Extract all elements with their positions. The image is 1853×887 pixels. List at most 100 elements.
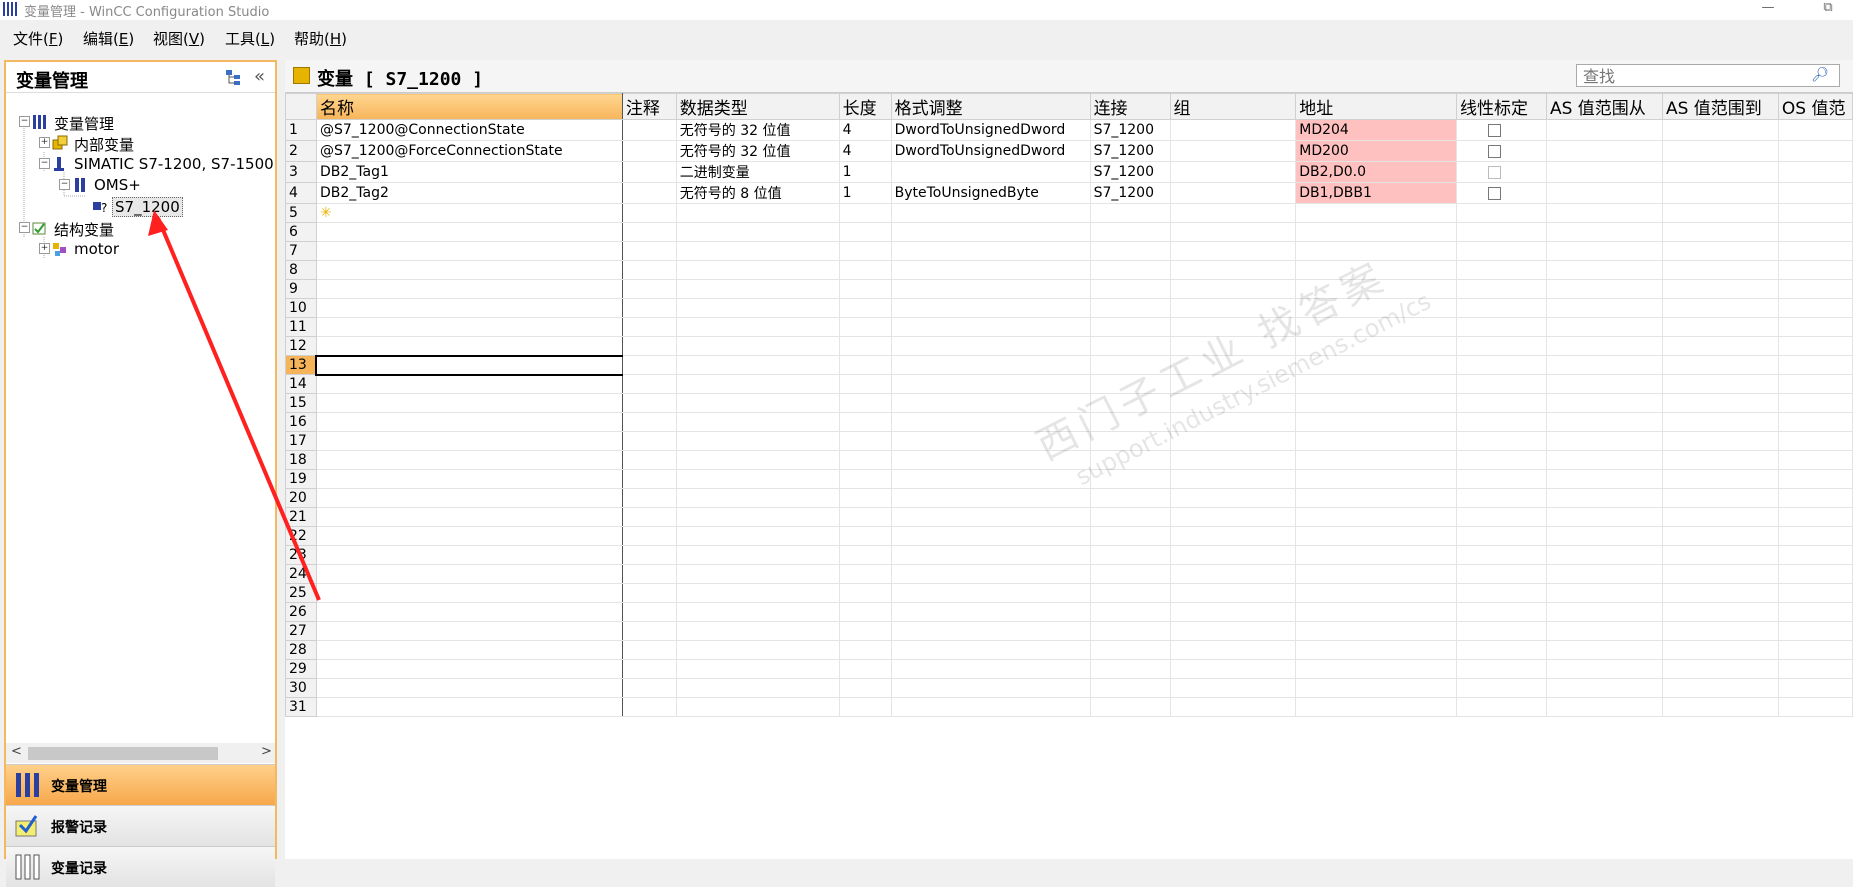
cell-name[interactable] — [315, 678, 623, 698]
cell-name[interactable]: @S7_1200@ConnectionState — [315, 119, 623, 141]
empty-cell[interactable] — [1089, 564, 1171, 584]
empty-cell[interactable] — [675, 412, 840, 432]
empty-cell[interactable] — [1545, 602, 1663, 622]
table-row[interactable]: 9 — [285, 279, 1853, 299]
empty-cell[interactable] — [675, 488, 840, 508]
tree-item-s7-1200[interactable]: S7_1200 — [112, 197, 183, 217]
empty-cell[interactable] — [838, 203, 892, 223]
empty-cell[interactable] — [1777, 203, 1853, 223]
column-header-linear-scaling[interactable]: 线性标定 — [1456, 93, 1547, 120]
empty-cell[interactable] — [1089, 317, 1171, 337]
empty-cell[interactable] — [1169, 412, 1297, 432]
empty-cell[interactable] — [675, 564, 840, 584]
empty-cell[interactable] — [890, 374, 1091, 394]
cell-name[interactable]: DB2_Tag2 — [315, 182, 623, 204]
empty-cell[interactable] — [1545, 203, 1663, 223]
cell-length[interactable]: 1 — [838, 161, 892, 183]
empty-cell[interactable] — [621, 488, 677, 508]
row-number[interactable]: 12 — [285, 336, 317, 356]
empty-cell[interactable] — [1661, 393, 1779, 413]
empty-cell[interactable] — [890, 545, 1091, 565]
tree-item-motor[interactable]: motor — [74, 240, 119, 258]
empty-cell[interactable] — [1661, 241, 1779, 261]
empty-cell[interactable] — [1777, 336, 1853, 356]
tree-item-internal-tags[interactable]: 内部变量 — [74, 134, 134, 155]
cell-connection[interactable]: S7_1200 — [1089, 161, 1171, 183]
empty-cell[interactable] — [1777, 241, 1853, 261]
row-number[interactable]: 19 — [285, 469, 317, 489]
cell-name[interactable] — [315, 354, 623, 376]
table-row[interactable]: 22 — [285, 526, 1853, 546]
empty-cell[interactable] — [838, 374, 892, 394]
empty-cell[interactable] — [838, 697, 892, 717]
cell-name[interactable]: @S7_1200@ForceConnectionState — [315, 140, 623, 162]
empty-cell[interactable] — [1456, 526, 1547, 546]
cell-format[interactable]: ByteToUnsignedByte — [890, 182, 1091, 204]
empty-cell[interactable] — [890, 507, 1091, 527]
empty-cell[interactable] — [675, 640, 840, 660]
empty-cell[interactable] — [621, 697, 677, 717]
table-row[interactable]: 10 — [285, 298, 1853, 318]
cell-as-range-to[interactable] — [1661, 182, 1779, 204]
empty-cell[interactable] — [1295, 621, 1458, 641]
cell-name[interactable] — [315, 374, 623, 394]
empty-cell[interactable] — [838, 450, 892, 470]
navigator-horizontal-scrollbar[interactable]: < > — [6, 743, 275, 763]
empty-cell[interactable] — [838, 602, 892, 622]
empty-cell[interactable] — [1456, 621, 1547, 641]
empty-cell[interactable] — [1777, 450, 1853, 470]
expand-toggle[interactable]: + — [39, 137, 50, 148]
empty-cell[interactable] — [1545, 545, 1663, 565]
empty-cell[interactable] — [1169, 602, 1297, 622]
empty-cell[interactable] — [890, 298, 1091, 318]
empty-cell[interactable] — [675, 450, 840, 470]
empty-cell[interactable] — [1295, 393, 1458, 413]
empty-cell[interactable] — [1777, 564, 1853, 584]
search-icon[interactable]: 🔎︎ — [1811, 67, 1829, 83]
table-row[interactable]: 16 — [285, 412, 1853, 432]
cell-format[interactable]: DwordToUnsignedDword — [890, 140, 1091, 162]
row-number[interactable]: 22 — [285, 526, 317, 546]
cell-name[interactable] — [315, 336, 623, 356]
column-header-connection[interactable]: 连接 — [1089, 93, 1171, 120]
empty-cell[interactable] — [1295, 203, 1458, 223]
empty-cell[interactable] — [890, 336, 1091, 356]
empty-cell[interactable] — [838, 621, 892, 641]
empty-cell[interactable] — [1295, 564, 1458, 584]
empty-cell[interactable] — [621, 222, 677, 242]
row-number[interactable]: 4 — [285, 182, 317, 204]
row-number[interactable]: 30 — [285, 678, 317, 698]
empty-cell[interactable] — [1545, 317, 1663, 337]
linear-scaling-checkbox[interactable] — [1488, 144, 1502, 158]
row-number[interactable]: 29 — [285, 659, 317, 679]
empty-cell[interactable] — [1089, 678, 1171, 698]
empty-cell[interactable] — [1295, 336, 1458, 356]
empty-cell[interactable] — [1295, 260, 1458, 280]
empty-cell[interactable] — [890, 640, 1091, 660]
empty-cell[interactable] — [890, 697, 1091, 717]
empty-cell[interactable] — [621, 374, 677, 394]
empty-cell[interactable] — [1661, 412, 1779, 432]
empty-cell[interactable] — [1661, 336, 1779, 356]
empty-cell[interactable] — [1661, 203, 1779, 223]
cell-name[interactable] — [315, 412, 623, 432]
empty-cell[interactable] — [1777, 488, 1853, 508]
empty-cell[interactable] — [675, 260, 840, 280]
menu-tools[interactable]: 工具(L) — [225, 28, 275, 49]
empty-cell[interactable] — [890, 431, 1091, 451]
cell-comment[interactable] — [621, 161, 677, 183]
empty-cell[interactable] — [1545, 507, 1663, 527]
empty-cell[interactable] — [621, 621, 677, 641]
empty-cell[interactable] — [838, 298, 892, 318]
empty-cell[interactable] — [621, 317, 677, 337]
tree-item-structure-tags[interactable]: 结构变量 — [54, 219, 114, 240]
empty-cell[interactable] — [1295, 583, 1458, 603]
cell-comment[interactable] — [621, 119, 677, 141]
cell-name[interactable] — [315, 298, 623, 318]
empty-cell[interactable] — [1456, 545, 1547, 565]
cell-address[interactable]: DB1,DBB1 — [1295, 182, 1458, 204]
empty-cell[interactable] — [675, 431, 840, 451]
empty-cell[interactable] — [1545, 260, 1663, 280]
empty-cell[interactable] — [1295, 374, 1458, 394]
table-row[interactable]: 31 — [285, 697, 1853, 717]
